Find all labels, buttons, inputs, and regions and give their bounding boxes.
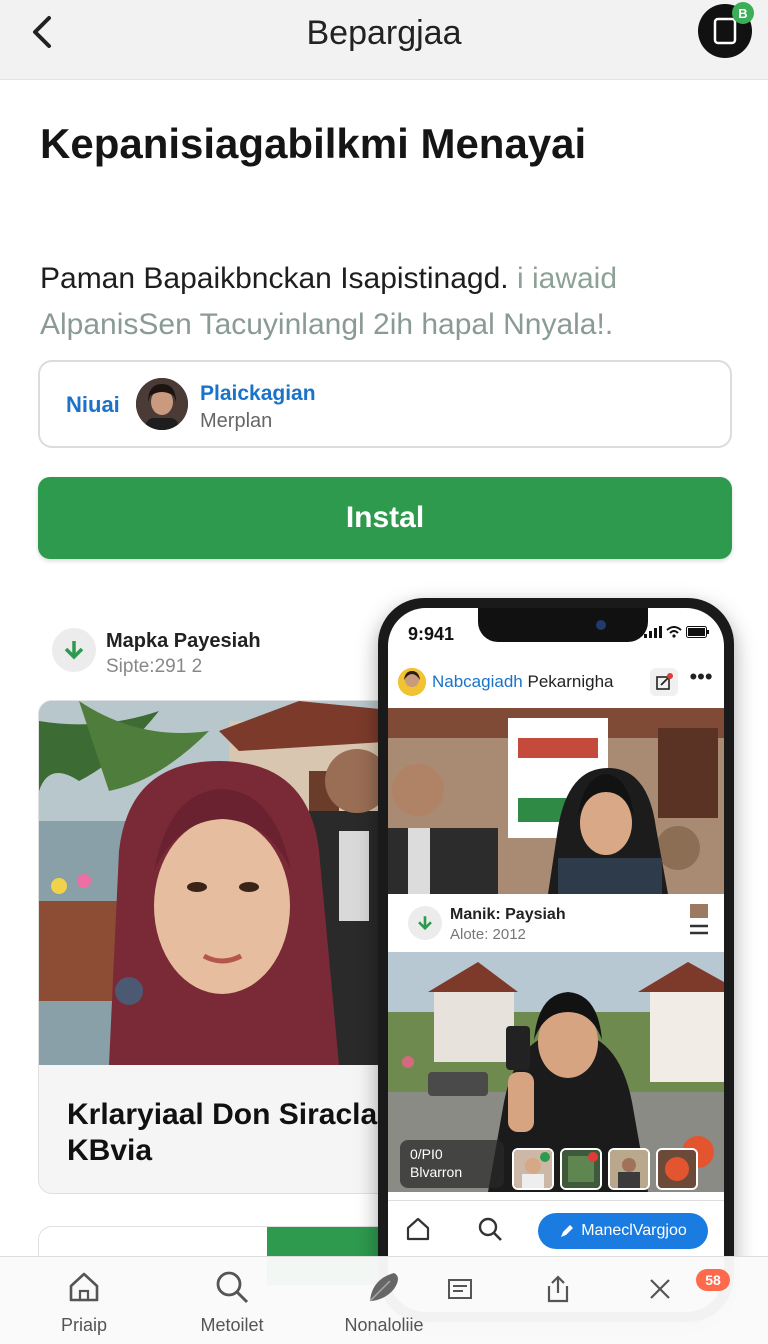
post-photo [39, 701, 397, 1065]
inner-post-author: Manik: Paysiah [450, 906, 566, 923]
signal-icon [644, 626, 662, 638]
post-caption: Krlaryiaal Don Siraclar KBvia [67, 1098, 389, 1167]
menu-icon [690, 904, 708, 935]
thumbnail[interactable] [656, 1148, 698, 1190]
inner-app-title-blue: Nabcagiadh [432, 672, 523, 691]
inner-cta-button[interactable]: ManeclVargjoo [538, 1213, 708, 1249]
thumbnail-status-dot [588, 1152, 598, 1162]
edit-icon [656, 673, 673, 690]
inner-download-badge[interactable] [408, 906, 442, 940]
inner-app-title: Nabcagiadh Pekarnigha [432, 672, 614, 692]
search-icon [212, 1267, 252, 1307]
description-line-2: AlpanisSen Tacuyinlangl 2ih hapal Nnyala… [40, 308, 614, 341]
more-options-button[interactable]: ••• [686, 664, 716, 694]
share-button[interactable] [538, 1269, 578, 1309]
search-icon[interactable] [476, 1215, 504, 1243]
app-icon-button[interactable]: B [698, 2, 754, 58]
inner-photo-group [388, 708, 724, 894]
phone-notch [478, 608, 648, 642]
media-overlay-label: 0/PI0 Blvarron [400, 1140, 504, 1188]
phone-screen: 9:941 Nabcagiadh Pekarnigha ••• Manik: P… [388, 608, 724, 1312]
thumbnail-row [512, 1148, 698, 1190]
nav-label-feather: Nonaloliie [344, 1315, 424, 1335]
status-icons [644, 626, 710, 638]
thumbnail[interactable] [512, 1148, 554, 1190]
pencil-icon [561, 1225, 574, 1237]
inner-app-avatar [398, 668, 426, 696]
feature-post-card[interactable]: Krlaryiaal Don Siraclar KBvia [38, 700, 398, 1194]
install-button[interactable]: Instal [38, 477, 732, 559]
thumbnail-status-dot [540, 1152, 550, 1162]
edit-button[interactable] [650, 668, 678, 696]
inner-bottom-bar: ManeclVargjoo [388, 1200, 724, 1256]
post-date: Sipte:291 2 [106, 656, 203, 677]
nav-item-feather[interactable]: Nonaloliie [314, 1267, 454, 1343]
home-icon[interactable] [404, 1215, 432, 1243]
notification-count-badge: 58 [696, 1269, 730, 1291]
nav-label-search: Metoilet [200, 1315, 264, 1335]
inner-post-date: Alote: 2012 [450, 926, 526, 943]
inner-cta-label: ManeclVargjoo [581, 1222, 687, 1239]
developer-card[interactable]: Niuai Plaickagian Merplan [38, 360, 732, 448]
wifi-icon [666, 626, 682, 638]
developer-label: Niuai [66, 392, 120, 417]
download-arrow-icon [418, 916, 432, 931]
download-arrow-icon [64, 641, 84, 660]
download-badge[interactable] [52, 628, 96, 672]
overlay-line-1: 0/PI0 [410, 1146, 443, 1162]
inner-app-title-dark: Pekarnigha [527, 672, 614, 691]
page-header-title: Bepargjaa [306, 14, 462, 52]
description-muted-text: i iawaid [516, 262, 618, 295]
close-button[interactable] [640, 1269, 680, 1309]
developer-avatar [136, 378, 188, 430]
battery-icon [686, 626, 709, 638]
phone-mockup: 9:941 Nabcagiadh Pekarnigha ••• Manik: P… [378, 598, 734, 1322]
bottom-navigation: Priaip Metoilet Nonaloliie 58 [0, 1256, 768, 1344]
inner-post-menu[interactable] [686, 902, 712, 942]
document-icon [448, 1279, 472, 1299]
developer-subtitle: Merplan [200, 410, 273, 432]
nav-label-home: Priaip [60, 1315, 108, 1335]
nav-item-home[interactable]: Priaip [14, 1267, 154, 1343]
inner-app-header: Nabcagiadh Pekarnigha ••• [388, 660, 724, 706]
document-button[interactable] [440, 1269, 480, 1309]
developer-name: Plaickagian [200, 382, 316, 405]
post-author-name: Mapka Payesiah [106, 630, 261, 652]
status-time: 9:941 [408, 624, 455, 644]
thumbnail[interactable] [560, 1148, 602, 1190]
thumbnail[interactable] [608, 1148, 650, 1190]
description-line-1: Paman Bapaikbnckan Isapistinagd. i iawai… [40, 262, 617, 296]
camera-dot [596, 620, 606, 630]
page-title: Kepanisiagabilkmi Menayai [40, 120, 587, 167]
top-app-bar: Bepargjaa B [0, 0, 768, 80]
home-icon [64, 1267, 104, 1307]
share-icon [547, 1275, 569, 1303]
nav-item-search[interactable]: Metoilet [162, 1267, 302, 1343]
app-icon-badge: B [732, 2, 754, 24]
overlay-line-2: Blvarron [410, 1164, 463, 1180]
feather-icon [364, 1267, 404, 1307]
description-text: Paman Bapaikbnckan Isapistinagd. [40, 262, 509, 295]
inner-post-header: Manik: Paysiah Alote: 2012 [388, 894, 724, 952]
close-icon [650, 1279, 670, 1299]
